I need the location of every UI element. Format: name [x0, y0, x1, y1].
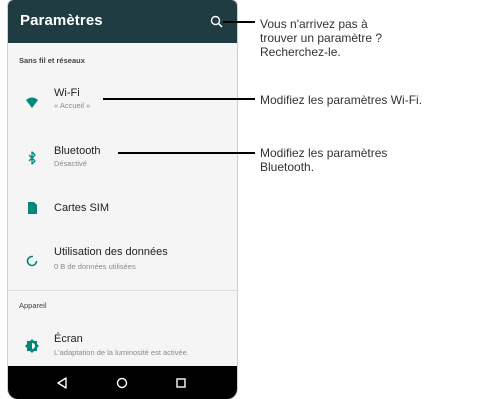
callout-search: Vous n'arrivez pas à trouver un paramètr… — [260, 17, 382, 59]
setting-item-bluetooth[interactable]: Bluetooth Désactivé — [8, 138, 237, 178]
callout-line-search — [223, 21, 255, 23]
setting-title-data-usage: Utilisation des données — [54, 246, 168, 258]
setting-item-wifi[interactable]: Wi-Fi « Accueil » — [8, 80, 237, 120]
setting-item-data-usage[interactable]: Utilisation des données 0 B de données u… — [8, 241, 237, 281]
callout-search-line-3: Recherchez-le. — [260, 45, 341, 59]
setting-title-wifi: Wi-Fi — [54, 87, 80, 99]
app-bar: Paramètres — [8, 0, 237, 43]
callout-search-line-2: trouver un paramètre ? — [260, 31, 383, 45]
callout-bluetooth-line-1: Modifiez les paramètres — [260, 146, 388, 160]
bluetooth-icon — [28, 151, 36, 165]
recents-icon — [176, 378, 186, 388]
setting-subtitle-data-usage: 0 B de données utilisées — [54, 262, 136, 271]
back-icon — [57, 377, 67, 389]
data-usage-icon — [26, 255, 38, 267]
system-nav-bar — [8, 366, 237, 399]
page-title: Paramètres — [20, 12, 103, 29]
settings-list: Sans fil et réseaux Wi-Fi « Accueil » Bl… — [8, 43, 237, 366]
callout-line-wifi — [103, 98, 255, 100]
callout-wifi: Modifiez les paramètres Wi-Fi. — [260, 93, 422, 107]
setting-title-bluetooth: Bluetooth — [54, 145, 101, 157]
setting-subtitle-wifi: « Accueil » — [54, 101, 91, 110]
back-button[interactable] — [55, 376, 69, 390]
section-divider — [8, 290, 237, 291]
setting-item-display[interactable]: Écran L'adaptation de la luminosité est … — [8, 325, 237, 365]
setting-item-sim[interactable]: Cartes SIM — [8, 195, 237, 235]
brightness-icon — [25, 339, 39, 353]
recents-button[interactable] — [174, 376, 188, 390]
callout-wifi-line-1: Modifiez les paramètres Wi-Fi. — [260, 93, 423, 107]
section-header-wireless: Sans fil et réseaux — [19, 56, 85, 65]
setting-title-sim: Cartes SIM — [54, 202, 110, 214]
callout-search-line-1: Vous n'arrivez pas à — [260, 17, 368, 31]
setting-title-display: Écran — [54, 333, 83, 345]
callout-bluetooth-line-2: Bluetooth. — [260, 160, 315, 174]
setting-subtitle-bluetooth: Désactivé — [54, 159, 87, 168]
section-header-device: Appareil — [19, 301, 47, 310]
setting-subtitle-display: L'adaptation de la luminosité est activé… — [54, 348, 189, 357]
callout-bluetooth: Modifiez les paramètres Bluetooth. — [260, 146, 387, 174]
home-icon — [116, 377, 128, 389]
sim-card-icon — [28, 202, 37, 214]
phone-screen: Paramètres Sans fil et réseaux Wi-Fi « A… — [8, 0, 237, 399]
callout-line-bluetooth — [118, 152, 255, 154]
home-button[interactable] — [115, 376, 129, 390]
wifi-icon — [26, 97, 38, 108]
